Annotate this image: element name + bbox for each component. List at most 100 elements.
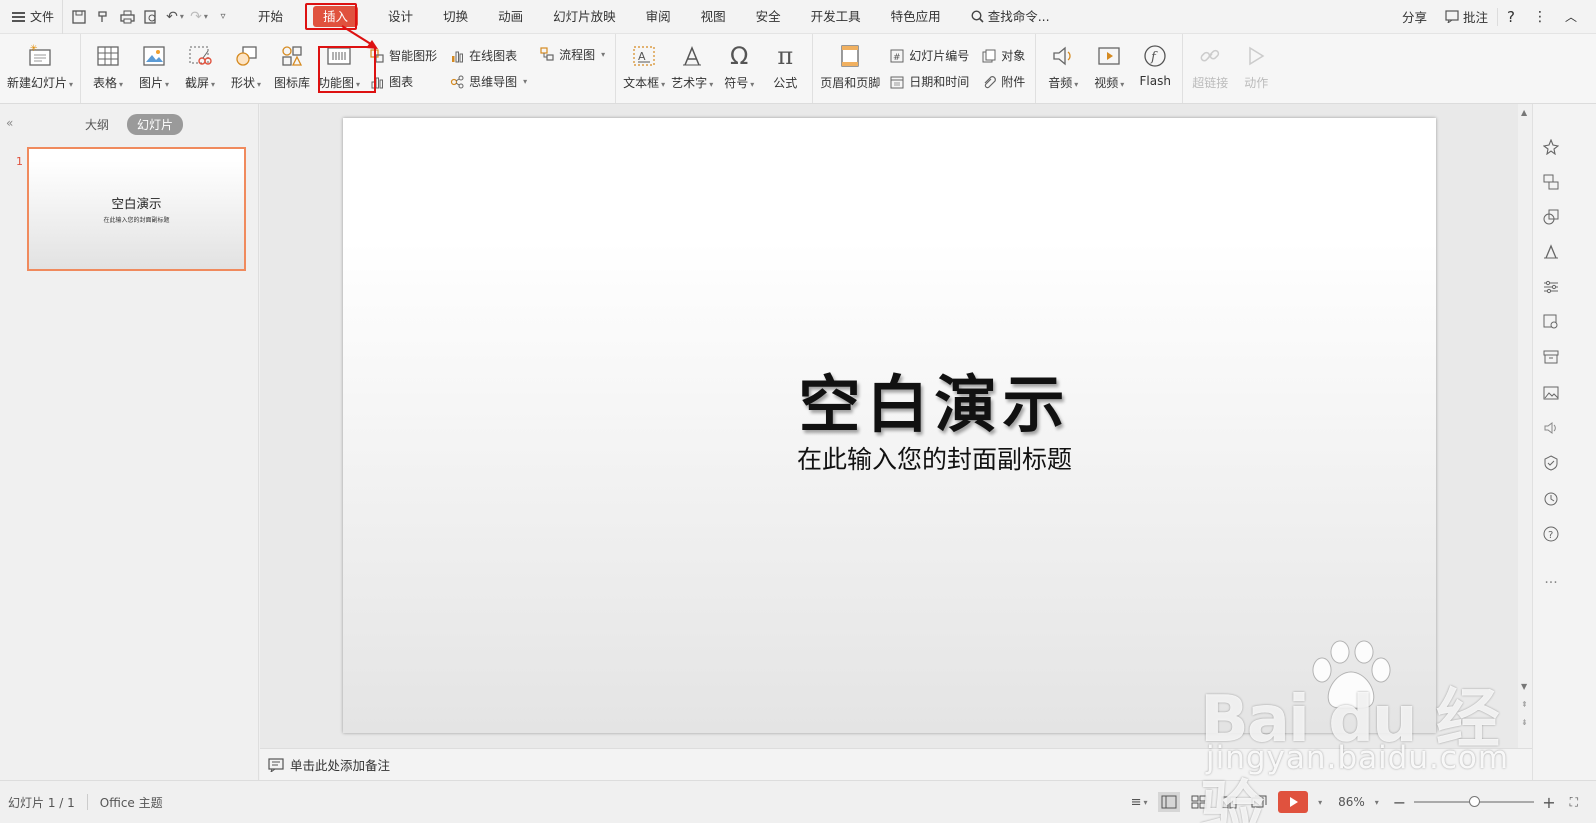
status-bar: 幻灯片 1 / 1 Office 主题 ≡ ▾ ▾ 86% ▾ − + ⛶ — [0, 780, 1596, 823]
tab-outline[interactable]: 大纲 — [75, 114, 119, 135]
previous-slide-icon[interactable]: ⇞ — [1521, 700, 1528, 709]
collapse-panel-icon[interactable]: « — [6, 116, 13, 130]
action-button[interactable]: 动作 — [1233, 34, 1279, 103]
scroll-up-icon[interactable]: ▲ — [1521, 108, 1527, 117]
chart-button[interactable]: 图表 — [369, 72, 437, 92]
flash-button[interactable]: f Flash — [1132, 34, 1178, 103]
video-button[interactable]: 视频 ▾ — [1086, 34, 1132, 103]
picture-button[interactable]: 图片 ▾ — [131, 34, 177, 103]
tab-view[interactable]: 视图 — [686, 0, 741, 34]
tab-transitions[interactable]: 切换 — [428, 0, 483, 34]
function-chart-button[interactable]: 功能图 ▾ — [315, 34, 363, 103]
tab-design[interactable]: 设计 — [373, 0, 428, 34]
image-icon[interactable] — [1542, 384, 1560, 402]
help-button[interactable]: ? — [1498, 8, 1524, 26]
history-icon[interactable] — [1542, 490, 1560, 508]
tab-developer[interactable]: 开发工具 — [796, 0, 876, 34]
sound-icon[interactable] — [1542, 419, 1560, 437]
help-circle-icon[interactable]: ? — [1542, 525, 1560, 543]
more-options-icon[interactable]: ··· — [1542, 574, 1560, 592]
print-icon[interactable] — [115, 5, 139, 29]
right-sidebar: ? ··· — [1532, 104, 1596, 780]
thumbnail-subtitle: 在此输入您的封面副标题 — [103, 217, 170, 224]
slide-switch-icon[interactable] — [1542, 173, 1560, 191]
format-painter-icon[interactable] — [91, 5, 115, 29]
slide-thumbnail[interactable]: 空白演示 在此输入您的封面副标题 — [27, 147, 246, 271]
next-slide-icon[interactable]: ⇟ — [1521, 718, 1528, 727]
shape-style-icon[interactable] — [1542, 208, 1560, 226]
undo-icon[interactable]: ↶ ▾ — [163, 5, 187, 29]
shape-button[interactable]: 形状 ▾ — [223, 34, 269, 103]
symbol-button[interactable]: Ω 符号 ▾ — [716, 34, 762, 103]
tab-home[interactable]: 开始 — [243, 0, 298, 34]
slide-number-button[interactable]: # 幻灯片编号 — [889, 46, 969, 66]
flowchart-button[interactable]: 流程图 ▾ — [539, 44, 605, 64]
hyperlink-button[interactable]: 超链接 — [1187, 34, 1233, 103]
comment-button[interactable]: 批注 — [1436, 7, 1497, 26]
tab-slides[interactable]: 幻灯片 — [127, 113, 184, 135]
attachment-button[interactable]: 附件 — [981, 72, 1025, 92]
customize-toolbar-icon[interactable]: ▿ — [211, 5, 235, 29]
zoom-percentage[interactable]: 86% — [1338, 795, 1365, 809]
textbox-button[interactable]: A 文本框 ▾ — [620, 34, 668, 103]
save-icon[interactable] — [67, 5, 91, 29]
formula-button[interactable]: π 公式 — [762, 34, 808, 103]
more-icon[interactable]: ⋮ — [1524, 9, 1556, 25]
slide-title[interactable]: 空白演示 — [343, 354, 1436, 444]
backup-icon[interactable] — [1542, 454, 1560, 472]
tab-special-features[interactable]: 特色应用 — [876, 0, 956, 34]
slide-canvas[interactable]: 空白演示 在此输入您的封面副标题 — [343, 118, 1436, 733]
tab-review[interactable]: 审阅 — [631, 0, 686, 34]
tab-security[interactable]: 安全 — [741, 0, 796, 34]
play-slideshow-button[interactable] — [1278, 791, 1309, 813]
zoom-slider[interactable] — [1414, 796, 1535, 807]
redo-icon[interactable]: ↷ ▾ — [187, 5, 211, 29]
collapse-ribbon-icon[interactable]: ︿ — [1556, 8, 1586, 25]
slide-counter: 幻灯片 1 / 1 — [8, 795, 75, 810]
vertical-scrollbar[interactable]: ▲ ▼ ⇞ ⇟ — [1518, 104, 1532, 748]
presenter-view-icon[interactable] — [1248, 792, 1270, 812]
wordart-icon — [678, 42, 706, 70]
audio-button[interactable]: 音频 ▾ — [1040, 34, 1086, 103]
date-time-button[interactable]: 日期和时间 — [889, 72, 969, 92]
normal-view-icon[interactable] — [1158, 792, 1181, 812]
archive-icon[interactable] — [1542, 348, 1560, 366]
zoom-out-icon[interactable]: − — [1393, 793, 1406, 812]
zoom-slider-handle[interactable] — [1469, 796, 1481, 807]
icon-library-button[interactable]: 图标库 — [269, 34, 315, 103]
online-chart-button[interactable]: 在线图表 — [449, 46, 527, 66]
wordart-button[interactable]: 艺术字 ▾ — [668, 34, 716, 103]
zoom-in-icon[interactable]: + — [1542, 793, 1555, 812]
slide-subtitle[interactable]: 在此输入您的封面副标题 — [343, 440, 1436, 476]
fit-window-icon[interactable]: ⛶ — [1570, 795, 1578, 810]
print-preview-icon[interactable] — [139, 5, 163, 29]
screenshot-button[interactable]: 截屏 ▾ — [177, 34, 223, 103]
mind-map-icon — [449, 74, 465, 90]
scroll-down-icon[interactable]: ▼ — [1521, 682, 1527, 691]
magic-icon[interactable] — [1542, 138, 1560, 156]
notes-bar[interactable]: 单击此处添加备注 — [260, 748, 1532, 780]
reading-view-icon[interactable] — [1218, 792, 1240, 812]
share-button[interactable]: 分享 — [1393, 7, 1436, 26]
slide-sorter-icon[interactable] — [1188, 792, 1210, 812]
text-style-icon[interactable] — [1542, 243, 1560, 261]
smart-art-button[interactable]: 智能图形 — [369, 46, 437, 66]
header-footer-button[interactable]: 页眉和页脚 — [817, 34, 883, 103]
file-menu-button[interactable]: 文件 — [0, 0, 62, 34]
object-button[interactable]: 对象 — [981, 46, 1025, 66]
tab-insert[interactable]: 插入 — [298, 0, 373, 34]
zoom-dropdown-icon[interactable]: ▾ — [1375, 798, 1379, 807]
image-search-icon[interactable] — [1542, 313, 1560, 331]
command-search[interactable]: 查找命令... — [956, 0, 1065, 34]
table-button[interactable]: 表格 ▾ — [85, 34, 131, 103]
tab-animations[interactable]: 动画 — [483, 0, 538, 34]
notes-toggle-icon[interactable]: ≡ ▾ — [1128, 792, 1150, 812]
new-slide-button[interactable]: ✳ 新建幻灯片 ▾ — [4, 34, 76, 103]
properties-icon[interactable] — [1542, 278, 1560, 296]
theme-name[interactable]: Office 主题 — [100, 794, 175, 811]
tab-slideshow[interactable]: 幻灯片放映 — [538, 0, 631, 34]
mind-map-button[interactable]: 思维导图 ▾ — [449, 72, 527, 92]
slideshow-options-icon[interactable]: ▾ — [1318, 798, 1322, 807]
menu-bar: 文件 ↶ ▾ ↷ ▾ ▿ 开始 插入 设计 切换 动画 幻灯片放映 审阅 视图 安全… — [0, 0, 1596, 34]
ribbon-group-links: 超链接 动作 — [1183, 34, 1283, 103]
